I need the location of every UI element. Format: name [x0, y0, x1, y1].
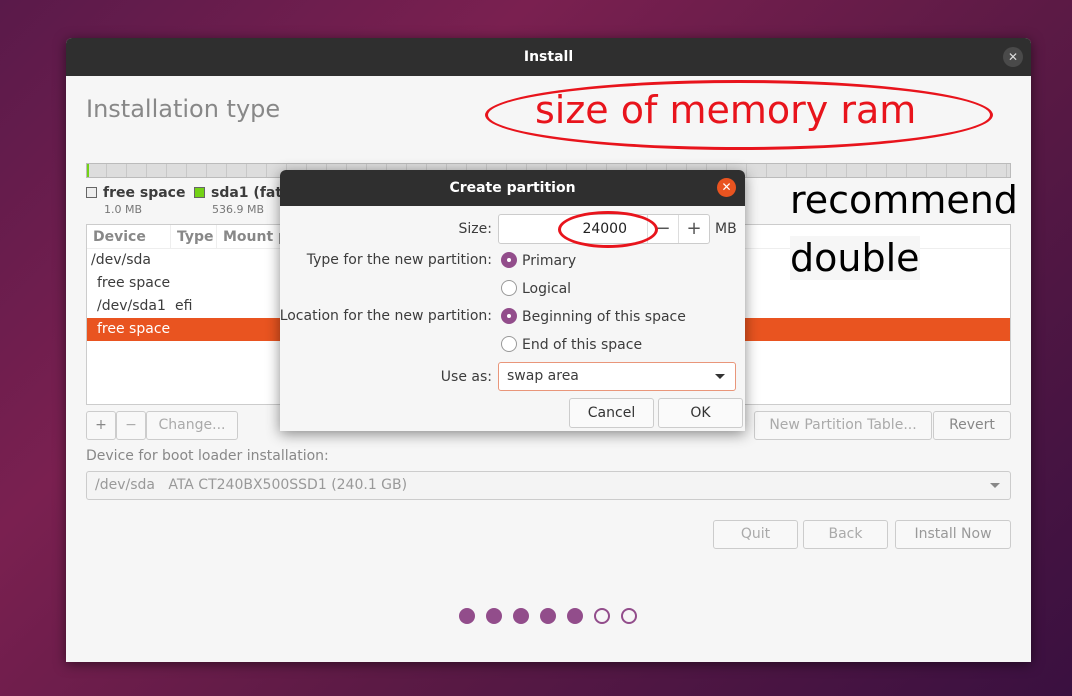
annotation-title: size of memory ram — [535, 88, 917, 132]
step-dot — [594, 608, 610, 624]
install-now-button[interactable]: Install Now — [895, 520, 1011, 549]
change-button[interactable]: Change... — [146, 411, 238, 440]
progress-dots — [459, 608, 637, 624]
legend-free-space: free space 1.0 MB — [86, 185, 185, 216]
device-cell: /dev/sda1 — [97, 298, 166, 314]
legend-size: 1.0 MB — [104, 203, 143, 216]
free-space-swatch — [86, 187, 97, 198]
new-partition-table-button[interactable]: New Partition Table... — [754, 411, 932, 440]
window-title: Install — [523, 49, 574, 65]
bootloader-value: /dev/sda ATA CT240BX500SSD1 (240.1 GB) — [95, 477, 408, 493]
quit-button[interactable]: Quit — [713, 520, 798, 549]
radio-checked-icon — [501, 308, 517, 324]
remove-partition-button[interactable]: − — [116, 411, 146, 440]
size-label: Size: — [458, 221, 492, 237]
use-as-select[interactable]: swap area — [498, 362, 736, 391]
device-cell: free space — [97, 321, 171, 337]
annotation-note: recommend — [790, 178, 1018, 222]
device-cell: free space — [97, 275, 171, 291]
add-partition-button[interactable]: + — [86, 411, 116, 440]
dialog-title-bar: Create partition ✕ — [280, 170, 745, 206]
title-bar: Install ✕ — [66, 38, 1031, 76]
step-dot — [540, 608, 556, 624]
chevron-down-icon — [715, 374, 725, 379]
create-partition-dialog: Create partition ✕ Size: 24000 − + MB Ty… — [280, 170, 745, 431]
col-type[interactable]: Type — [171, 225, 217, 249]
cancel-button[interactable]: Cancel — [569, 398, 654, 428]
back-button[interactable]: Back — [803, 520, 888, 549]
annotation-ellipse-size — [558, 211, 658, 248]
close-icon[interactable]: ✕ — [1003, 47, 1023, 67]
step-dot — [513, 608, 529, 624]
device-cell: /dev/sda — [91, 252, 151, 268]
sda1-swatch — [194, 187, 205, 198]
radio-label: Primary — [522, 253, 577, 269]
revert-button[interactable]: Revert — [933, 411, 1011, 440]
step-dot — [621, 608, 637, 624]
radio-end[interactable]: End of this space — [501, 336, 642, 353]
radio-beginning[interactable]: Beginning of this space — [501, 308, 686, 325]
step-dot — [567, 608, 583, 624]
radio-logical[interactable]: Logical — [501, 280, 571, 297]
radio-unchecked-icon — [501, 280, 517, 296]
step-dot — [459, 608, 475, 624]
radio-primary[interactable]: Primary — [501, 252, 576, 269]
radio-checked-icon — [501, 252, 517, 268]
col-device[interactable]: Device — [87, 225, 171, 249]
radio-label: End of this space — [522, 337, 643, 353]
use-as-value: swap area — [507, 368, 579, 384]
size-unit: MB — [715, 221, 737, 237]
increment-button[interactable]: + — [678, 215, 709, 243]
chevron-down-icon — [990, 483, 1000, 488]
bootloader-label: Device for boot loader installation: — [86, 448, 329, 464]
step-dot — [486, 608, 502, 624]
ok-button[interactable]: OK — [658, 398, 743, 428]
close-icon[interactable]: ✕ — [717, 178, 736, 197]
use-as-label: Use as: — [440, 369, 492, 385]
legend-name: free space — [103, 185, 186, 201]
location-label: Location for the new partition: — [280, 308, 492, 324]
radio-label: Logical — [522, 281, 572, 297]
page-title: Installation type — [86, 95, 281, 123]
dialog-title: Create partition — [449, 180, 576, 196]
annotation-note: double — [790, 236, 920, 280]
type-label: Type for the new partition: — [306, 252, 492, 268]
radio-unchecked-icon — [501, 336, 517, 352]
legend-sda1: sda1 (fat3 536.9 MB — [194, 185, 292, 216]
bootloader-select[interactable]: /dev/sda ATA CT240BX500SSD1 (240.1 GB) — [86, 471, 1011, 500]
type-cell: efi — [175, 298, 193, 314]
radio-label: Beginning of this space — [522, 309, 686, 325]
